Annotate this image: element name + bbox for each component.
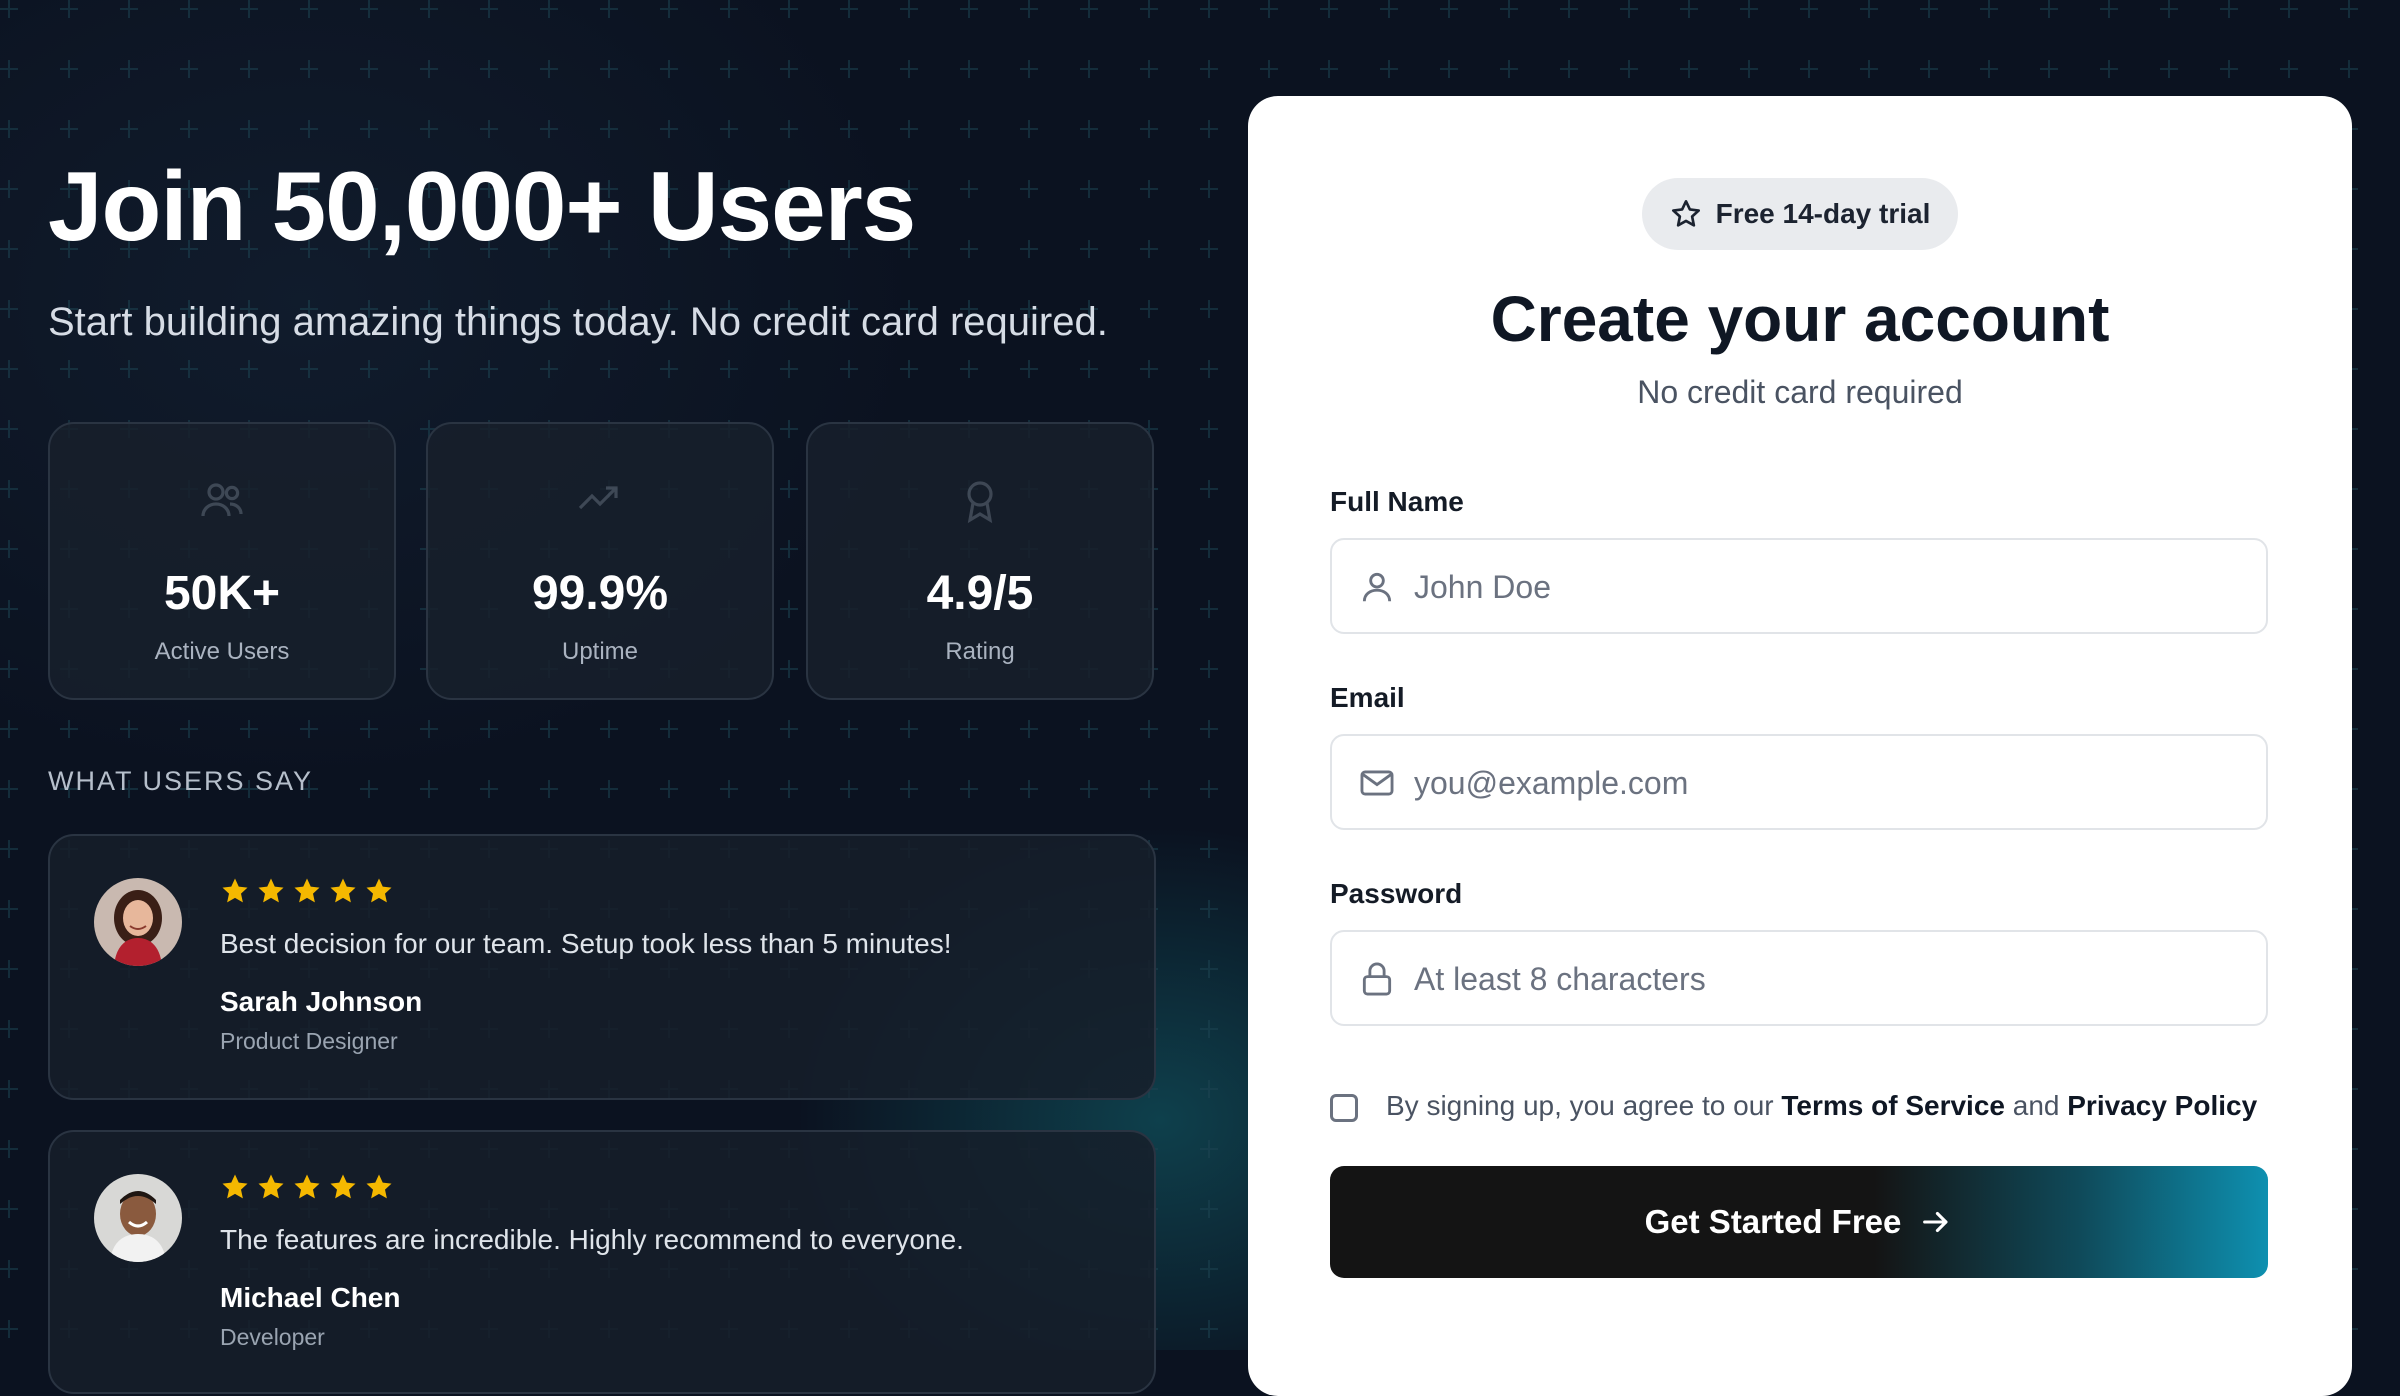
star-icon xyxy=(258,1174,284,1199)
stat-card-active-users: 50K+ Active Users xyxy=(48,422,396,700)
testimonial-role: Product Designer xyxy=(220,1028,398,1054)
testimonial-quote: The features are incredible. Highly reco… xyxy=(220,1224,964,1255)
testimonial-author: Michael Chen xyxy=(220,1282,401,1313)
star-icon xyxy=(330,1174,356,1199)
stat-label: Active Users xyxy=(154,638,290,665)
password-field xyxy=(1330,930,2268,1026)
star-icon xyxy=(294,1174,320,1199)
star-icon xyxy=(222,878,248,903)
full-name-label: Full Name xyxy=(1330,486,1464,517)
avatar xyxy=(94,878,182,966)
avatar xyxy=(94,1174,182,1262)
star-icon xyxy=(294,878,320,903)
terms-and: and xyxy=(2004,1090,2068,1121)
star-outline-icon xyxy=(1671,200,1700,227)
rating-stars xyxy=(220,1172,394,1202)
testimonials-title: WHAT USERS SAY xyxy=(48,766,314,796)
stat-value: 4.9/5 xyxy=(926,567,1034,620)
star-icon xyxy=(330,878,356,903)
trial-badge: Free 14-day trial xyxy=(1642,178,1958,250)
testimonial-role: Developer xyxy=(220,1324,325,1350)
hero-subhead: Start building amazing things today. No … xyxy=(48,300,1108,344)
get-started-button[interactable]: Get Started Free xyxy=(1330,1166,2268,1278)
stats-row: 50K+ Active Users 99.9% Uptime 4.9/5 Rat… xyxy=(48,422,1154,700)
star-icon xyxy=(258,878,284,903)
stat-label: Rating xyxy=(945,638,1015,665)
mail-icon xyxy=(1360,770,1394,796)
privacy-policy-link[interactable]: Privacy Policy xyxy=(2067,1090,2257,1121)
full-name-field xyxy=(1330,538,2268,634)
stat-value: 99.9% xyxy=(531,567,669,620)
signup-subtitle: No credit card required xyxy=(1637,374,1963,410)
password-label: Password xyxy=(1330,878,1463,909)
email-label: Email xyxy=(1330,682,1405,713)
star-icon xyxy=(366,878,392,903)
signup-title: Create your account xyxy=(1490,283,2110,355)
avatar-michael-image xyxy=(94,1174,182,1262)
password-input[interactable] xyxy=(1412,932,2236,1026)
full-name-input[interactable] xyxy=(1412,540,2236,634)
lock-icon xyxy=(1362,962,1392,996)
testimonial-card: The features are incredible. Highly reco… xyxy=(48,1130,1156,1394)
award-icon xyxy=(967,481,993,524)
terms-text: By signing up, you agree to our Terms of… xyxy=(1386,1090,2257,1122)
star-icon xyxy=(366,1174,392,1199)
terms-agreement: By signing up, you agree to our Terms of… xyxy=(1330,1090,2270,1130)
user-icon xyxy=(1362,572,1392,602)
stat-value: 50K+ xyxy=(163,567,281,620)
stat-card-rating: 4.9/5 Rating xyxy=(806,422,1154,700)
terms-of-service-link[interactable]: Terms of Service xyxy=(1781,1090,2005,1121)
star-icon xyxy=(222,1174,248,1199)
stat-card-uptime: 99.9% Uptime xyxy=(426,422,774,700)
email-field xyxy=(1330,734,2268,830)
testimonial-quote: Best decision for our team. Setup took l… xyxy=(220,928,952,959)
terms-checkbox[interactable] xyxy=(1330,1094,1358,1122)
email-input[interactable] xyxy=(1412,736,2236,830)
stat-label: Uptime xyxy=(561,638,639,665)
testimonial-card: Best decision for our team. Setup took l… xyxy=(48,834,1156,1100)
avatar-sarah-image xyxy=(94,878,182,966)
terms-prefix: By signing up, you agree to our xyxy=(1386,1090,1782,1121)
hero-headline: Join 50,000+ Users xyxy=(48,151,916,261)
get-started-label: Get Started Free xyxy=(1644,1203,1902,1240)
testimonial-author: Sarah Johnson xyxy=(220,986,423,1017)
trending-icon xyxy=(578,486,618,510)
rating-stars xyxy=(220,876,394,906)
arrow-right-icon xyxy=(1923,1211,1948,1233)
users-icon xyxy=(201,483,243,517)
trial-badge-label: Free 14-day trial xyxy=(1715,198,1931,229)
